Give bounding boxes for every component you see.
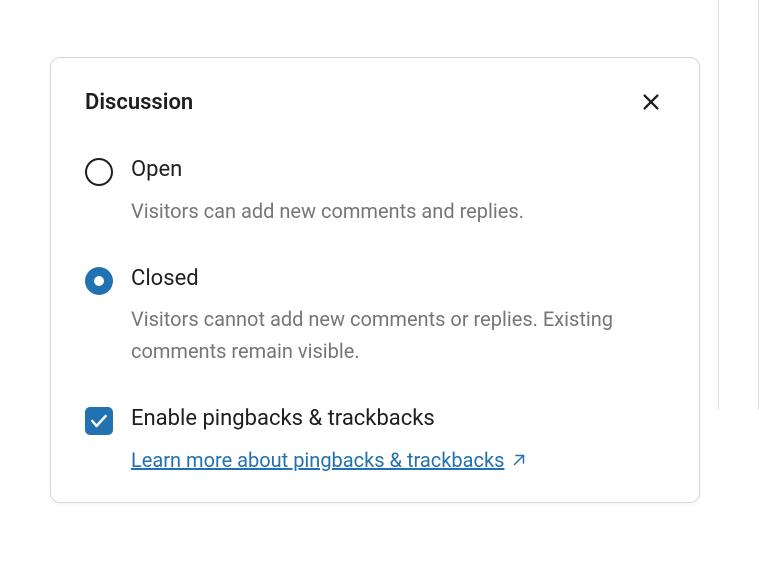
option-content: Closed Visitors cannot add new comments … bbox=[131, 265, 665, 368]
discussion-panel: Discussion Open Visitors can add new com… bbox=[50, 57, 700, 503]
radio-option-closed[interactable]: Closed Visitors cannot add new comments … bbox=[85, 265, 665, 368]
sidebar-divider bbox=[718, 0, 719, 410]
option-content: Open Visitors can add new comments and r… bbox=[131, 156, 665, 227]
checkbox-label: Enable pingbacks & trackbacks bbox=[131, 405, 665, 434]
external-link-icon bbox=[510, 451, 528, 469]
panel-title: Discussion bbox=[85, 90, 193, 115]
option-description: Visitors can add new comments and replie… bbox=[131, 195, 665, 227]
radio-unchecked-icon bbox=[85, 158, 113, 186]
option-label: Closed bbox=[131, 265, 665, 294]
option-label: Open bbox=[131, 156, 665, 185]
checkmark-icon bbox=[89, 411, 109, 431]
close-button[interactable] bbox=[637, 88, 665, 116]
link-text: Learn more about pingbacks & trackbacks bbox=[131, 448, 504, 472]
checkbox-content: Enable pingbacks & trackbacks Learn more… bbox=[131, 405, 665, 472]
panel-header: Discussion bbox=[85, 88, 665, 116]
learn-more-link[interactable]: Learn more about pingbacks & trackbacks bbox=[131, 448, 528, 472]
close-icon bbox=[640, 91, 662, 113]
checkbox-row: Enable pingbacks & trackbacks Learn more… bbox=[85, 405, 665, 472]
radio-option-open[interactable]: Open Visitors can add new comments and r… bbox=[85, 156, 665, 227]
pingbacks-checkbox[interactable] bbox=[85, 407, 113, 435]
radio-checked-icon bbox=[85, 267, 113, 295]
option-description: Visitors cannot add new comments or repl… bbox=[131, 303, 665, 367]
